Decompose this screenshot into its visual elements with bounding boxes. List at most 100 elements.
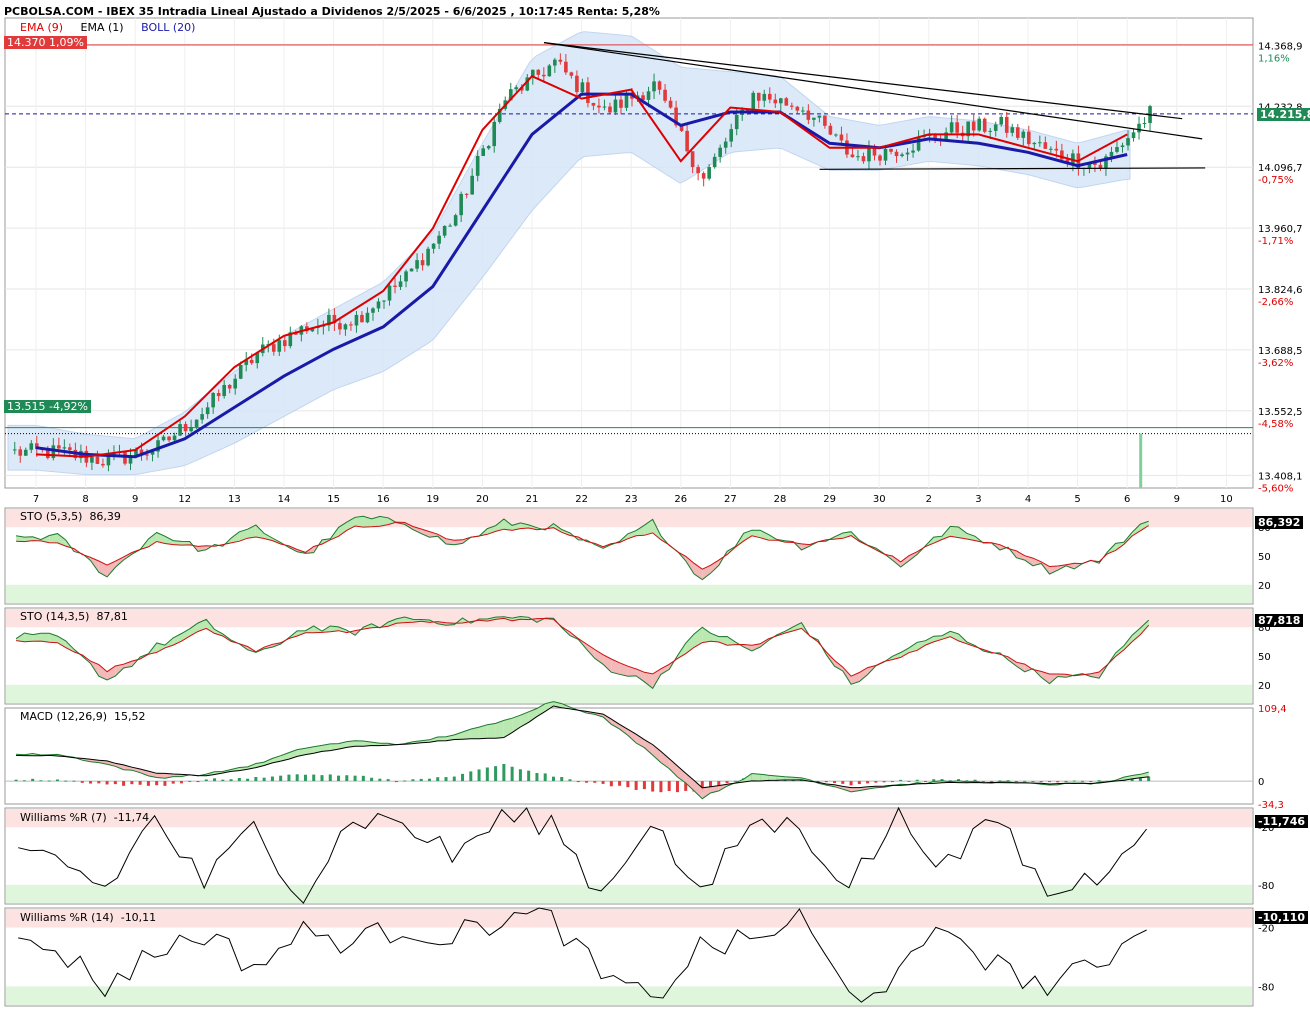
macd-histogram-bar — [857, 781, 861, 785]
macd-histogram-bar — [494, 766, 498, 782]
candle-body — [1027, 131, 1031, 145]
macd-histogram-bar — [477, 769, 481, 782]
candle-body — [564, 61, 568, 73]
candle-body — [23, 449, 28, 456]
candle-body — [442, 225, 447, 236]
macd-histogram-bar — [287, 774, 291, 782]
candle-body — [756, 92, 761, 101]
candle-body — [277, 340, 282, 352]
macd-histogram-bar — [279, 775, 283, 782]
candle-body — [393, 285, 397, 287]
candle-body — [696, 167, 700, 174]
candle-body — [569, 72, 574, 76]
candle-body — [988, 130, 993, 132]
y-tick-label: 14.096,7 — [1258, 163, 1303, 174]
x-tick-label: 30 — [873, 494, 886, 505]
willr14-value: -10,11 — [120, 911, 157, 924]
macd-histogram-bar — [510, 766, 514, 782]
candle-body — [834, 134, 838, 136]
sto-fill — [355, 516, 364, 528]
overbought-zone — [6, 609, 1252, 628]
candle-body — [718, 147, 722, 157]
macd-histogram-bar — [378, 778, 382, 782]
level-tick-label: 20 — [1258, 681, 1271, 692]
macd-histogram-bar — [890, 781, 894, 783]
candle-body — [200, 414, 204, 420]
candle-body — [575, 75, 579, 93]
candle-body — [453, 215, 458, 226]
oversold-zone — [6, 884, 1252, 903]
macd-histogram-bar — [138, 781, 142, 785]
macd-histogram-bar — [1023, 780, 1027, 782]
candle-body — [387, 285, 392, 301]
candle-body — [95, 456, 100, 464]
candle-body — [1109, 151, 1114, 157]
macd-histogram-bar — [469, 771, 473, 782]
macd-histogram-bar — [585, 781, 589, 783]
x-tick-label: 5 — [1074, 494, 1080, 505]
macd-histogram-bar — [419, 778, 423, 782]
macd-histogram-bar — [113, 781, 117, 785]
candle-body — [1010, 127, 1015, 133]
candle-body — [608, 106, 612, 113]
candle-body — [183, 424, 188, 432]
candle-body — [553, 59, 557, 66]
macd-histogram-bar — [394, 781, 398, 783]
candle-body — [867, 146, 871, 162]
candle-body — [415, 260, 419, 269]
macd-histogram-bar — [833, 781, 837, 784]
candle-body — [123, 451, 127, 464]
macd-histogram-bar — [64, 780, 68, 782]
candle-body — [663, 89, 667, 101]
candle-body — [29, 443, 34, 450]
candle-body — [779, 98, 783, 104]
candle-body — [475, 155, 480, 176]
candle-body — [18, 449, 23, 456]
level-tick-label: -80 — [1258, 982, 1274, 993]
y-tick-label: 13.824,6 — [1258, 285, 1303, 296]
macd-histogram-bar — [907, 780, 911, 782]
macd-histogram-bar — [527, 770, 531, 782]
candle-body — [767, 93, 772, 100]
oversold-zone — [6, 584, 1252, 603]
sto1-label: STO (5,3,5) 86,39 — [20, 510, 121, 523]
sto2-value: 87,81 — [96, 610, 128, 623]
macd-histogram-bar — [163, 781, 167, 786]
candle-body — [68, 447, 72, 450]
macd-fill — [751, 773, 761, 781]
x-tick-label: 2 — [926, 494, 932, 505]
candle-body — [685, 130, 689, 152]
macd-histogram-bar — [303, 774, 307, 782]
macd-histogram-bar — [882, 781, 886, 783]
y-tick-label: 14.368,9 — [1258, 41, 1303, 52]
candle-body — [205, 407, 210, 415]
macd-histogram-bar — [130, 781, 134, 785]
candle-body — [707, 167, 711, 179]
macd-histogram-bar — [1097, 780, 1101, 782]
x-tick-label: 4 — [1025, 494, 1031, 505]
candle-body — [1032, 142, 1037, 145]
candle-body — [795, 106, 800, 111]
sto2-last-tag: 87,818 — [1255, 614, 1304, 627]
overbought-zone — [6, 909, 1252, 928]
macd-histogram-bar — [403, 780, 407, 782]
oversold-zone — [6, 986, 1252, 1005]
candle-body — [382, 300, 386, 302]
macd-histogram-bar — [535, 773, 539, 782]
macd-histogram-bar — [841, 781, 845, 784]
candle-body — [1049, 148, 1053, 150]
macd-histogram-bar — [965, 780, 969, 782]
macd-histogram-bar — [444, 777, 448, 782]
candle-body — [189, 426, 193, 432]
candle-body — [145, 454, 149, 456]
macd-histogram-bar — [14, 779, 18, 782]
candle-body — [1126, 138, 1130, 146]
candle-body — [349, 324, 353, 326]
candle-body — [889, 148, 893, 152]
macd-histogram-bar — [733, 780, 737, 782]
x-tick-label: 23 — [625, 494, 638, 505]
candle-body — [492, 121, 497, 147]
macd-histogram-bar — [923, 781, 927, 783]
candle-body — [817, 115, 822, 118]
candle-body — [861, 156, 866, 162]
